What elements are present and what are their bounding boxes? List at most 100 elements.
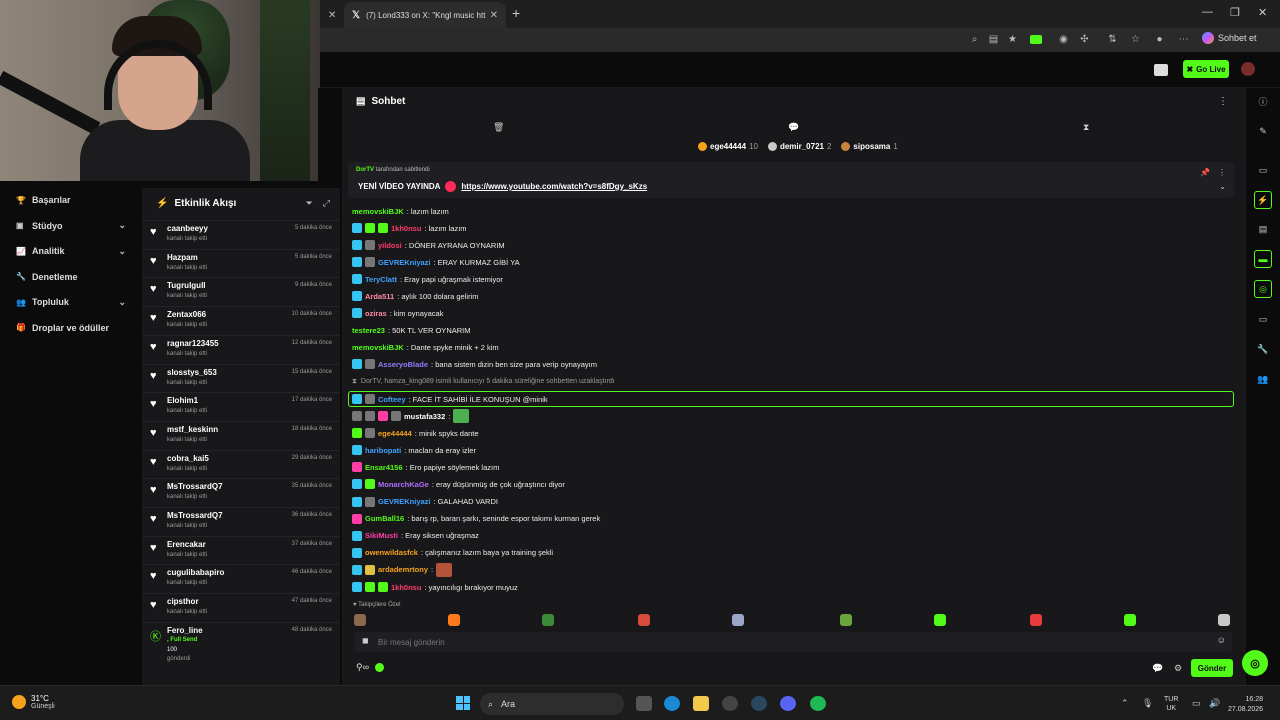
tab-close-button[interactable]: ✕ (320, 2, 336, 28)
emoji-icon[interactable]: ☺ (1217, 635, 1226, 645)
activity-item[interactable]: ♥ cipsthor kanalı takip etti 47 dakika önce (142, 593, 340, 621)
emote-icon[interactable] (1218, 614, 1230, 626)
chat-username[interactable]: MonarchKaGe (378, 480, 429, 489)
chat-message[interactable]: 1kh0nsu: yayıncılıgı bırakıyor muyuz (352, 580, 518, 594)
activity-item[interactable]: ♥ caanbeeyy kanalı takip etti 5 dakika önce (142, 220, 340, 248)
activity-item[interactable]: ♥ slosstys_653 kanalı takip etti 15 dakika … (142, 363, 340, 392)
chat-message[interactable]: testere23: 50K TL VER OYNARIM (352, 323, 470, 337)
language-indicator[interactable]: TUR UK (1164, 695, 1178, 713)
chat-message[interactable]: mustafa332: (352, 409, 470, 423)
extension-icon[interactable]: ◉ (1057, 33, 1070, 46)
more-options-icon[interactable]: ⋮ (1218, 96, 1228, 107)
support-fab[interactable]: ◎ (1242, 650, 1268, 676)
chat-message[interactable]: GEVREKniyazi: GALAHAD VARDI (352, 495, 498, 509)
chat-message[interactable]: ardademrtony: (352, 562, 453, 577)
activity-item[interactable]: ♥ cobra_kai5 kanalı takip etti 29 dakika ön… (142, 449, 340, 478)
chat-settings-icon[interactable]: ◼ (362, 636, 369, 645)
microphone-icon[interactable]: 🎙 (1142, 698, 1153, 709)
pin-icon[interactable]: 📌 (1200, 168, 1210, 177)
taskbar-search[interactable]: ⌕ Ara (480, 693, 624, 715)
chat-icon[interactable]: ▬ (1254, 250, 1272, 268)
collections-icon[interactable]: ☆ (1129, 33, 1142, 46)
chat-input[interactable] (378, 635, 1198, 649)
sidebar-item-0[interactable]: 🏆 Başarılar (0, 190, 140, 210)
chat-username[interactable]: 1kh0nsu (391, 224, 421, 233)
leaderboard-entry[interactable]: demir_0721 2 (767, 142, 831, 151)
chat-username[interactable]: Ensar4156 (365, 463, 403, 472)
steam-icon[interactable] (751, 696, 767, 711)
chat-username[interactable]: 1kh0nsu (391, 583, 421, 592)
favorite-star-icon[interactable]: ★ (1006, 33, 1019, 46)
chat-username[interactable]: mustafa332 (404, 412, 445, 421)
activity-item[interactable]: Ⓚ Fero_line, Full Send 100 gönderdi 48 dakik… (142, 621, 340, 682)
go-live-button[interactable]: ✖ Go Live (1183, 60, 1229, 78)
close-icon[interactable]: ✕ (490, 10, 498, 21)
chat-message[interactable]: 1kh0nsu: lazım lazım (352, 221, 467, 235)
emote-icon[interactable] (638, 614, 650, 626)
zoom-icon[interactable]: ⌕ (968, 33, 981, 46)
spotify-icon[interactable] (810, 696, 826, 711)
chat-username[interactable]: GEVREKniyazi (378, 497, 431, 506)
start-button[interactable] (456, 696, 470, 710)
bolt-icon[interactable]: ⚡ (1254, 191, 1272, 209)
wrench-icon[interactable]: 🔧 (1254, 340, 1272, 358)
chat-message[interactable]: memovskiBJK: Dante spyke minik + 2 kim (352, 340, 499, 354)
emote-icon[interactable] (542, 614, 554, 626)
filter-icon[interactable]: ⏷ (306, 198, 313, 209)
chat-message[interactable]: ege44444: minik spyks dante (352, 426, 479, 440)
chat-username[interactable]: memovskiBJK (352, 207, 404, 216)
chat-bubble-icon[interactable]: 💬 (788, 122, 799, 133)
more-icon[interactable]: ⋮ (1218, 168, 1226, 177)
profile-avatar[interactable]: ● (1153, 33, 1166, 46)
avatar[interactable] (1241, 62, 1255, 76)
window-close-button[interactable]: ✕ (1258, 6, 1267, 19)
chat-username[interactable]: owenwildasfck (365, 548, 418, 557)
activity-item[interactable]: ♥ MsTrossardQ7 kanalı takip etti 36 dakika … (142, 507, 340, 535)
trash-icon[interactable]: 🗑 (493, 122, 504, 133)
emote-icon[interactable] (1124, 614, 1136, 626)
new-tab-button[interactable]: + (512, 5, 520, 21)
file-explorer-icon[interactable] (693, 696, 709, 711)
volume-icon[interactable]: 🔊 (1209, 698, 1220, 709)
sidebar-item-4[interactable]: 👥 Topluluk ⌄ (0, 292, 140, 312)
hourglass-icon[interactable]: ⧗ (1083, 122, 1089, 133)
leaderboard-entry[interactable]: ege44444 10 (698, 142, 758, 151)
activity-item[interactable]: ♥ Tugrulgull kanalı takip etti 9 dakika önc… (142, 277, 340, 305)
sidebar-item-2[interactable]: 📈 Analitik ⌄ (0, 241, 140, 261)
edge-icon[interactable] (664, 696, 680, 711)
chat-message[interactable]: oziras: kim oynayacak (352, 306, 443, 320)
url-field[interactable] (320, 30, 960, 50)
clipboard-icon[interactable]: ▤ (1254, 220, 1272, 238)
browser-tab-x[interactable]: 𝕏 (7) Lond333 on X: "Kngl music htt ✕ (344, 2, 506, 28)
task-view-icon[interactable] (636, 696, 652, 711)
chat-username[interactable]: memovskiBJK (352, 343, 404, 352)
clock[interactable]: 16:28 27.08.2026 (1228, 695, 1263, 715)
chat-message[interactable]: memovskiBJK: lazım lazım (352, 204, 449, 218)
link-icon[interactable]: ⚲∞ (356, 662, 369, 673)
copilot-button[interactable]: Sohbet et (1202, 32, 1257, 44)
chat-message[interactable]: yildosi: DÖNER AYRANA OYNARIM (352, 238, 505, 252)
app-icon[interactable] (722, 696, 738, 711)
emote-icon[interactable] (732, 614, 744, 626)
stream-tool-icon[interactable] (1154, 64, 1168, 76)
chat-username[interactable]: AsseryoBlade (378, 360, 428, 369)
chat-username[interactable]: ardademrtony (378, 565, 428, 574)
chat-message[interactable]: owenwildasfck: çalışmanız lazım baya ya … (352, 546, 553, 560)
emote-icon[interactable] (354, 614, 366, 626)
gear-icon[interactable]: ⚙ (1174, 663, 1182, 674)
users-icon[interactable]: 👥 (1254, 370, 1272, 388)
chat-username[interactable]: yildosi (378, 241, 402, 250)
chat-message[interactable]: MonarchKaGe: eray düşünmüş de çok uğraşt… (352, 477, 565, 491)
chat-username[interactable]: Arda511 (365, 292, 394, 301)
leaderboard-entry[interactable]: siposama 1 (841, 142, 898, 151)
chat-message[interactable]: Ensar4156: Ero papiye söylemek lazım (352, 460, 499, 474)
more-icon[interactable]: ⋯ (1177, 33, 1190, 46)
pinned-link[interactable]: https://www.youtube.com/watch?v=s8fDgy_s… (461, 182, 647, 191)
extension-icon[interactable] (1030, 35, 1042, 44)
activity-item[interactable]: ♥ ragnar123455 kanalı takip etti 12 dakika … (142, 334, 340, 363)
puzzle-icon[interactable]: ✣ (1078, 33, 1091, 46)
chat-message[interactable]: AsseryoBlade: bana sistem dizin ben size… (352, 357, 597, 371)
activity-item[interactable]: ♥ mstf_keskinn kanalı takip etti 18 dakika … (142, 420, 340, 449)
chat-message[interactable]: GEVREKniyazi: ERAY KURMAZ GİBİ YA (352, 255, 520, 269)
monitor-icon[interactable]: ▭ (1254, 161, 1272, 179)
